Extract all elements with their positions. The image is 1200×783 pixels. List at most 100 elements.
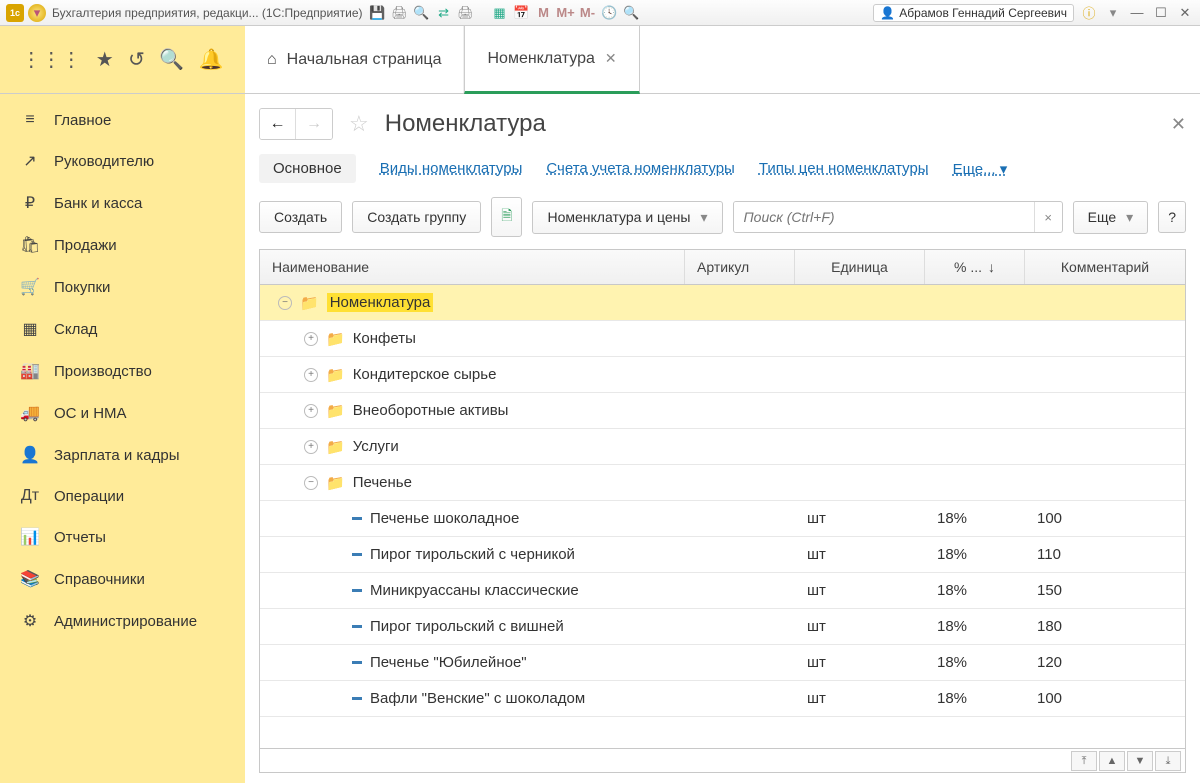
- sublink-main[interactable]: Основное: [259, 154, 356, 183]
- table-row[interactable]: Миникруассаны классическиешт18%150: [260, 573, 1185, 609]
- sublink-more[interactable]: Еще...: [953, 160, 1008, 178]
- row-unit: [795, 297, 925, 309]
- table-row[interactable]: Пирог тирольский с черникойшт18%110: [260, 537, 1185, 573]
- col-sku-header[interactable]: Артикул: [685, 250, 795, 284]
- sidebar-item-1[interactable]: ↗Руководителю: [0, 140, 245, 182]
- close-window-button[interactable]: ✕: [1176, 5, 1194, 21]
- memory-mminus-icon[interactable]: M-: [579, 4, 597, 22]
- sidebar-item-4[interactable]: 🛒Покупки: [0, 266, 245, 308]
- sidebar-item-2[interactable]: ₽Банк и касса: [0, 182, 245, 224]
- table-row[interactable]: −📁Номенклатура: [260, 285, 1185, 321]
- sidebar-item-6[interactable]: 🏭Производство: [0, 350, 245, 392]
- minimize-button[interactable]: —: [1128, 5, 1146, 21]
- save-icon[interactable]: 💾: [369, 4, 387, 22]
- memory-mplus-icon[interactable]: M+: [557, 4, 575, 22]
- table-row[interactable]: +📁Кондитерское сырье: [260, 357, 1185, 393]
- table-row[interactable]: +📁Конфеты: [260, 321, 1185, 357]
- print-icon[interactable]: 🖨: [391, 4, 409, 22]
- sidebar-item-9[interactable]: ДтОперации: [0, 476, 245, 516]
- folder-icon: 📁: [300, 294, 319, 312]
- info-dropdown-icon[interactable]: ▾: [1104, 4, 1122, 22]
- table-row[interactable]: +📁Услуги: [260, 429, 1185, 465]
- tree-toggle-icon[interactable]: +: [304, 332, 318, 346]
- table-row[interactable]: +📁Внеоборотные активы: [260, 393, 1185, 429]
- sublink-types[interactable]: Виды номенклатуры: [380, 160, 523, 177]
- search-input[interactable]: [734, 202, 1034, 232]
- create-button[interactable]: Создать: [259, 201, 342, 233]
- search-global-icon[interactable]: 🔍: [159, 47, 184, 72]
- col-vat-header[interactable]: % ...↓: [925, 250, 1025, 284]
- table-row[interactable]: Печенье шоколадноешт18%100: [260, 501, 1185, 537]
- star-icon[interactable]: ★: [96, 47, 114, 72]
- calendar-icon[interactable]: 📅: [513, 4, 531, 22]
- nomenclature-prices-dropdown[interactable]: Номенклатура и цены: [532, 201, 722, 234]
- table-row[interactable]: Вафли "Венские" с шоколадомшт18%100: [260, 681, 1185, 717]
- sidebar-item-label: Администрирование: [54, 613, 197, 630]
- item-icon: [352, 625, 362, 628]
- table-row[interactable]: Пирог тирольский с вишнейшт18%180: [260, 609, 1185, 645]
- sidebar-item-8[interactable]: 👤Зарплата и кадры: [0, 434, 245, 476]
- apps-icon[interactable]: ⋮⋮⋮: [21, 47, 81, 72]
- sidebar-item-3[interactable]: 🛍Продажи: [0, 224, 245, 266]
- page-close-button[interactable]: ✕: [1171, 114, 1186, 135]
- tab-home-label: Начальная страница: [287, 51, 442, 69]
- scroll-down-button[interactable]: ▼: [1127, 751, 1153, 771]
- compare-icon[interactable]: ⇄: [435, 4, 453, 22]
- tab-close-icon[interactable]: ✕: [605, 50, 617, 67]
- create-group-button[interactable]: Создать группу: [352, 201, 481, 233]
- maximize-button[interactable]: ☐: [1152, 5, 1170, 21]
- row-sku: [685, 441, 795, 453]
- tab-home[interactable]: ⌂ Начальная страница: [245, 26, 464, 93]
- history-icon[interactable]: ↺: [128, 47, 145, 72]
- preview-icon[interactable]: 🔍: [413, 4, 431, 22]
- tree-toggle-icon[interactable]: +: [304, 368, 318, 382]
- clock-icon[interactable]: 🕓: [601, 4, 619, 22]
- table-row[interactable]: Печенье "Юбилейное"шт18%120: [260, 645, 1185, 681]
- scroll-up-button[interactable]: ▲: [1099, 751, 1125, 771]
- zoom-icon[interactable]: 🔍: [623, 4, 641, 22]
- row-comment: 100: [1025, 504, 1185, 533]
- scroll-bottom-button[interactable]: ⤓: [1155, 751, 1181, 771]
- sidebar-item-label: Отчеты: [54, 529, 106, 546]
- info-icon[interactable]: ⓘ: [1080, 4, 1098, 22]
- sublink-price-types[interactable]: Типы цен номенклатуры: [759, 160, 929, 177]
- col-unit-header[interactable]: Единица: [795, 250, 925, 284]
- help-button[interactable]: ?: [1158, 201, 1186, 233]
- sidebar-item-label: Продажи: [54, 237, 117, 254]
- sidebar-item-12[interactable]: ⚙Администрирование: [0, 600, 245, 642]
- search-clear-button[interactable]: ×: [1034, 202, 1062, 232]
- favorite-star-icon[interactable]: ☆: [349, 111, 369, 137]
- calculator-icon[interactable]: ▦: [491, 4, 509, 22]
- user-badge[interactable]: 👤 Абрамов Геннадий Сергеевич: [873, 4, 1074, 22]
- quick-panel: ⋮⋮⋮ ★ ↺ 🔍 🔔: [0, 26, 245, 93]
- col-comment-header[interactable]: Комментарий: [1025, 250, 1185, 284]
- memory-m-icon[interactable]: M: [535, 4, 553, 22]
- nav-forward-button[interactable]: →: [296, 109, 332, 139]
- sidebar-icon: ↗: [20, 151, 40, 171]
- sidebar-item-7[interactable]: 🚚ОС и НМА: [0, 392, 245, 434]
- pick-from-file-button[interactable]: 🗎: [491, 197, 522, 237]
- bell-icon[interactable]: 🔔: [199, 47, 224, 72]
- nav-back-button[interactable]: ←: [260, 109, 296, 139]
- tree-toggle-icon[interactable]: −: [278, 296, 292, 310]
- row-name: Услуги: [353, 438, 399, 455]
- more-actions-button[interactable]: Еще: [1073, 201, 1149, 234]
- sublink-accounts[interactable]: Счета учета номенклатуры: [546, 160, 734, 177]
- print2-icon[interactable]: 🖨: [457, 4, 475, 22]
- scroll-top-button[interactable]: ⤒: [1071, 751, 1097, 771]
- tree-toggle-icon[interactable]: +: [304, 404, 318, 418]
- tree-toggle-icon[interactable]: +: [304, 440, 318, 454]
- tab-nomenclature[interactable]: Номенклатура ✕: [464, 25, 639, 94]
- col-name-header[interactable]: Наименование: [260, 250, 685, 284]
- sidebar-item-0[interactable]: ≡Главное: [0, 100, 245, 140]
- row-vat: 18%: [925, 504, 1025, 533]
- row-unit: шт: [795, 504, 925, 533]
- tree-toggle-icon[interactable]: −: [304, 476, 318, 490]
- sidebar-item-5[interactable]: ▦Склад: [0, 308, 245, 350]
- table-row[interactable]: −📁Печенье: [260, 465, 1185, 501]
- app-menu-dropdown[interactable]: ▾: [28, 4, 46, 22]
- sidebar-item-11[interactable]: 📚Справочники: [0, 558, 245, 600]
- sidebar-item-10[interactable]: 📊Отчеты: [0, 516, 245, 558]
- home-icon: ⌂: [267, 51, 277, 69]
- row-comment: 120: [1025, 648, 1185, 677]
